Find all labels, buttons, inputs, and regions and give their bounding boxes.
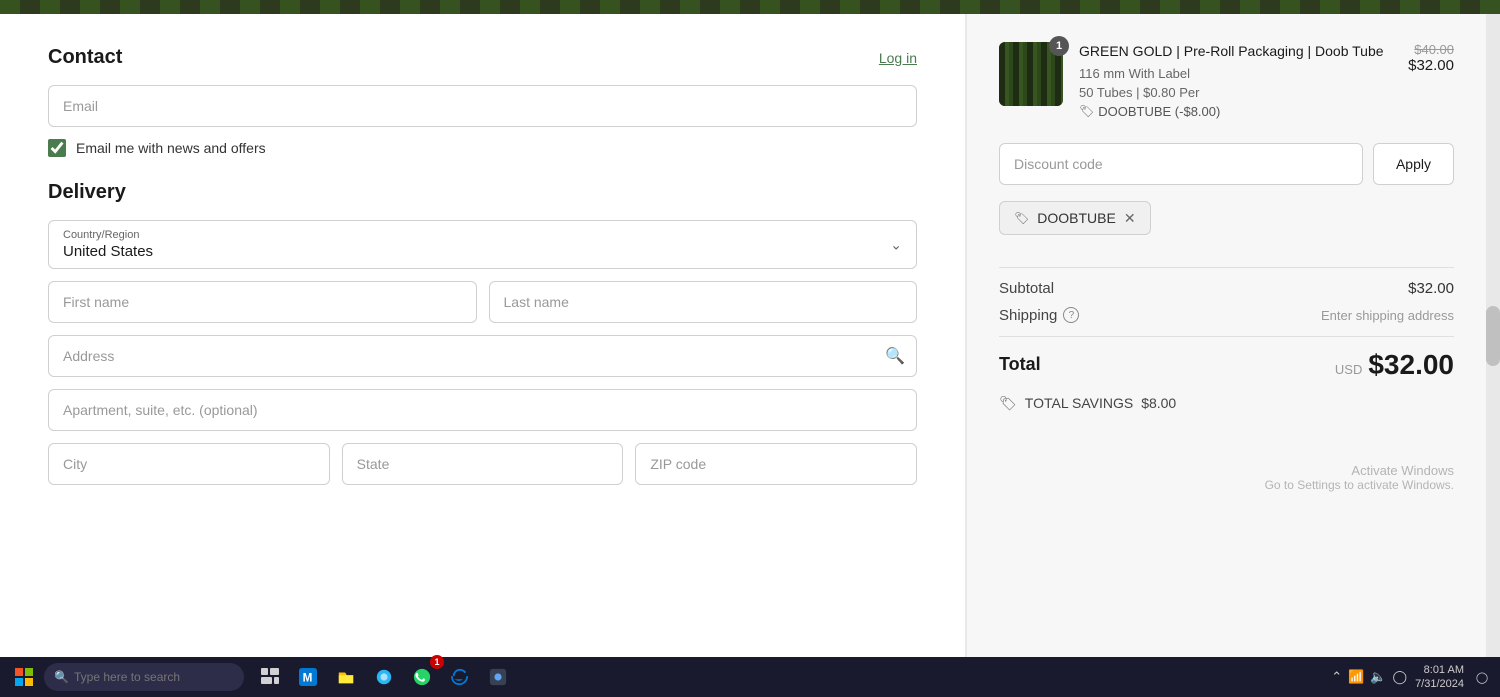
product-prices: $40.00 $32.00	[1408, 42, 1454, 74]
shipping-help-icon[interactable]: ?	[1063, 307, 1079, 323]
taskbar-app-files[interactable]	[328, 659, 364, 695]
shipping-label-wrapper: Shipping ?	[999, 307, 1079, 324]
right-panel: 1 GREEN GOLD | Pre-Roll Packaging | Doob…	[966, 14, 1486, 657]
divider-1	[999, 267, 1454, 268]
taskbar-search-wrapper: 🔍	[44, 663, 244, 691]
newsletter-row: Email me with news and offers	[48, 139, 917, 157]
taskbar-apps: M 1	[252, 659, 516, 695]
savings-icon: 🏷	[999, 395, 1017, 412]
product-subtitle: 116 mm With Label	[1079, 66, 1392, 81]
chevron-up-icon[interactable]: ⌃	[1331, 669, 1342, 685]
top-banner	[0, 0, 1500, 14]
taskbar-search-input[interactable]	[44, 663, 244, 691]
first-name-input[interactable]	[48, 281, 477, 323]
shipping-line: Shipping ? Enter shipping address	[999, 307, 1454, 324]
name-row	[48, 281, 917, 323]
taskbar-right: ⌃ 📶 🔈 ◯ 8:01 AM 7/31/2024 ◯	[1331, 663, 1492, 692]
network-icon: 📶	[1348, 669, 1364, 685]
log-in-link[interactable]: Log in	[879, 50, 917, 66]
newsletter-checkbox[interactable]	[48, 139, 66, 157]
total-line: Total USD $32.00	[999, 349, 1454, 381]
taskbar-clock: 8:01 AM	[1415, 663, 1464, 677]
delivery-title: Delivery	[48, 181, 917, 204]
city-row	[48, 443, 917, 485]
taskbar-search-icon: 🔍	[54, 670, 69, 684]
apply-button[interactable]: Apply	[1373, 143, 1454, 185]
discount-row: Apply	[999, 143, 1454, 185]
left-panel: Contact Log in Email me with news and of…	[0, 14, 966, 657]
address-input[interactable]	[48, 335, 917, 377]
main-layout: Contact Log in Email me with news and of…	[0, 14, 1500, 657]
taskbar-app-edge[interactable]	[442, 659, 478, 695]
price-current: $32.00	[1408, 57, 1454, 74]
taskbar-app-extra[interactable]	[480, 659, 516, 695]
contact-title: Contact	[48, 46, 122, 69]
product-name: GREEN GOLD | Pre-Roll Packaging | Doob T…	[1079, 42, 1392, 62]
applied-code-label: DOOBTUBE	[1037, 210, 1116, 226]
zip-input[interactable]	[635, 443, 917, 485]
product-details: 50 Tubes | $0.80 Per	[1079, 85, 1392, 100]
taskbar-system-icons: ⌃ 📶 🔈 ◯	[1331, 669, 1407, 685]
taskbar-app-photos[interactable]	[366, 659, 402, 695]
taskbar-date: 7/31/2024	[1415, 677, 1464, 691]
notification-button[interactable]: ◯	[1472, 667, 1492, 687]
divider-2	[999, 336, 1454, 337]
total-amount: $32.00	[1368, 349, 1454, 381]
subtotal-label: Subtotal	[999, 280, 1054, 297]
product-image-wrapper: 1	[999, 42, 1063, 106]
shipping-label: Shipping	[999, 307, 1057, 324]
price-original: $40.00	[1408, 42, 1454, 57]
total-value-group: USD $32.00	[1335, 349, 1454, 381]
email-input[interactable]	[48, 85, 917, 127]
savings-row: 🏷 TOTAL SAVINGS $8.00	[999, 395, 1454, 412]
activate-windows-title: Activate Windows	[1265, 463, 1454, 478]
contact-header: Contact Log in	[48, 46, 917, 69]
shipping-value: Enter shipping address	[1321, 308, 1454, 323]
city-input[interactable]	[48, 443, 330, 485]
start-button[interactable]	[8, 661, 40, 693]
subtotal-value: $32.00	[1408, 280, 1454, 297]
tag-icon: 🏷	[1079, 104, 1094, 118]
applied-code-tag: 🏷 DOOBTUBE ✕	[999, 201, 1151, 235]
whatsapp-badge: 1	[430, 655, 444, 669]
discount-code-input[interactable]	[999, 143, 1363, 185]
savings-label: TOTAL SAVINGS	[1025, 395, 1133, 411]
taskbar-app-store[interactable]: M	[290, 659, 326, 695]
total-label: Total	[999, 354, 1041, 375]
applied-tag-icon: 🏷	[1014, 211, 1029, 225]
product-badge: 1	[1049, 36, 1069, 56]
state-input[interactable]	[342, 443, 624, 485]
last-name-input[interactable]	[489, 281, 918, 323]
taskbar-app-task-view[interactable]	[252, 659, 288, 695]
remove-code-button[interactable]: ✕	[1124, 211, 1136, 225]
product-info: GREEN GOLD | Pre-Roll Packaging | Doob T…	[1079, 42, 1392, 119]
address-wrapper: 🔍	[48, 335, 917, 377]
battery-icon: ◯	[1393, 669, 1408, 685]
scrollbar-thumb[interactable]	[1486, 306, 1500, 366]
country-label: Country/Region	[63, 229, 876, 241]
svg-text:M: M	[303, 672, 313, 685]
product-discount-label: DOOBTUBE (-$8.00)	[1098, 104, 1220, 119]
activate-windows-sub: Go to Settings to activate Windows.	[1265, 478, 1454, 492]
volume-icon[interactable]: 🔈	[1370, 669, 1386, 685]
taskbar-time[interactable]: 8:01 AM 7/31/2024	[1415, 663, 1464, 692]
apartment-input[interactable]	[48, 389, 917, 431]
taskbar: 🔍 M	[0, 657, 1500, 697]
product-row: 1 GREEN GOLD | Pre-Roll Packaging | Doob…	[999, 42, 1454, 119]
newsletter-label: Email me with news and offers	[76, 140, 266, 156]
taskbar-app-whatsapp[interactable]: 1	[404, 659, 440, 695]
country-value: United States	[63, 243, 876, 260]
address-search-icon[interactable]: 🔍	[885, 346, 905, 366]
country-select-inner: Country/Region United States	[49, 221, 916, 268]
subtotal-line: Subtotal $32.00	[999, 280, 1454, 297]
total-currency: USD	[1335, 362, 1362, 377]
savings-value: $8.00	[1141, 395, 1176, 411]
product-discount-tag: 🏷 DOOBTUBE (-$8.00)	[1079, 104, 1392, 119]
country-select-wrapper[interactable]: Country/Region United States ⌄	[48, 220, 917, 269]
